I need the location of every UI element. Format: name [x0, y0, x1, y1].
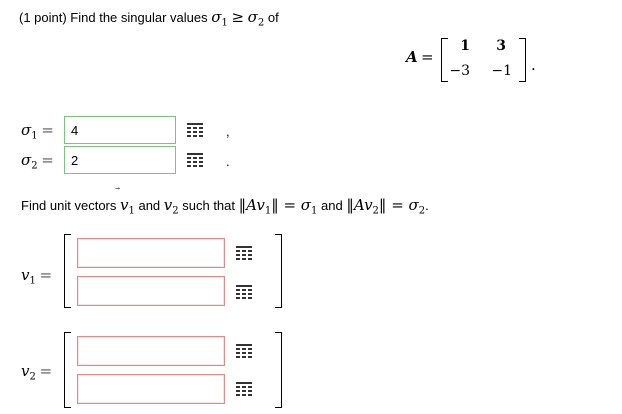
- v1-entry-1-input[interactable]: [77, 238, 225, 268]
- grid-icon[interactable]: [187, 123, 203, 137]
- matrix-name: A: [406, 48, 418, 66]
- sigma1-input[interactable]: [64, 116, 176, 144]
- sigma2-label: σ2 =: [21, 151, 54, 172]
- matrix-cell: 1: [460, 38, 470, 54]
- matrix-right-bracket: [519, 38, 526, 82]
- v2-right-bracket: [275, 332, 282, 408]
- vector-v1-symbol: v⃗: [120, 196, 129, 214]
- v2-left-bracket: [64, 332, 71, 408]
- grid-icon[interactable]: [187, 153, 203, 167]
- grid-icon[interactable]: [236, 344, 252, 358]
- vector-v2-symbol: v: [163, 196, 173, 214]
- v1-label: v1 =: [21, 266, 53, 287]
- problem-text: (1 point) Find the singular values: [19, 10, 212, 25]
- sigma2-input[interactable]: [64, 146, 176, 174]
- sigma2-period: .: [226, 154, 230, 169]
- v2-label: v2 =: [21, 362, 53, 383]
- sigma-symbol: σ: [247, 8, 258, 26]
- sigma1-label: σ1 =: [21, 121, 54, 142]
- vector-question: Find unit vectors v⃗1 and v2 such that ‖…: [21, 196, 429, 217]
- matrix-left-bracket: [441, 38, 448, 82]
- v2-entry-1-input[interactable]: [77, 336, 225, 366]
- v1-entry-2-input[interactable]: [77, 276, 225, 306]
- matrix-cell: −1: [491, 63, 512, 79]
- matrix-equals: =: [421, 48, 434, 66]
- v1-left-bracket: [64, 234, 71, 308]
- problem-statement: (1 point) Find the singular values σ1 ≥ …: [19, 8, 279, 29]
- grid-icon[interactable]: [236, 285, 252, 299]
- matrix-cell: −3: [449, 63, 470, 79]
- sigma1-comma: ,: [226, 124, 230, 139]
- matrix-cell: 3: [496, 38, 506, 54]
- sigma-symbol: σ: [211, 8, 222, 26]
- v1-right-bracket: [275, 234, 282, 308]
- v2-entry-2-input[interactable]: [77, 374, 225, 404]
- matrix-period: .: [531, 56, 536, 74]
- grid-icon[interactable]: [236, 382, 252, 396]
- grid-icon[interactable]: [236, 246, 252, 260]
